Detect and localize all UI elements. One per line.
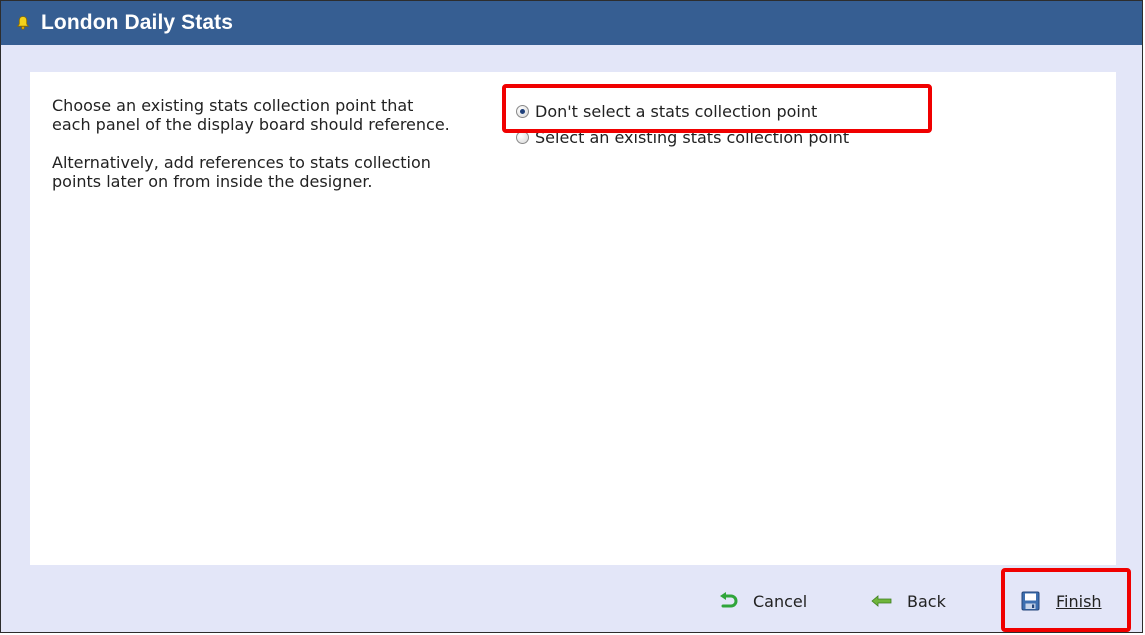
highlight-finish-button [1001,568,1131,632]
left-arrow-icon [871,591,893,611]
instructions-paragraph-1: Choose an existing stats collection poin… [52,96,450,134]
instructions-paragraph-2: Alternatively, add references to stats c… [52,153,431,191]
bell-icon [15,15,31,31]
undo-arrow-icon [717,591,739,611]
back-button[interactable]: Back [871,589,946,613]
dialog-titlebar: London Daily Stats [1,1,1142,45]
dialog-title: London Daily Stats [41,11,233,34]
cancel-label: Cancel [753,591,808,611]
instructions: Choose an existing stats collection poin… [52,96,457,210]
back-label: Back [907,591,946,611]
cancel-button[interactable]: Cancel [717,589,807,613]
highlight-selected-option [502,84,932,133]
content-panel: Choose an existing stats collection poin… [30,72,1116,565]
